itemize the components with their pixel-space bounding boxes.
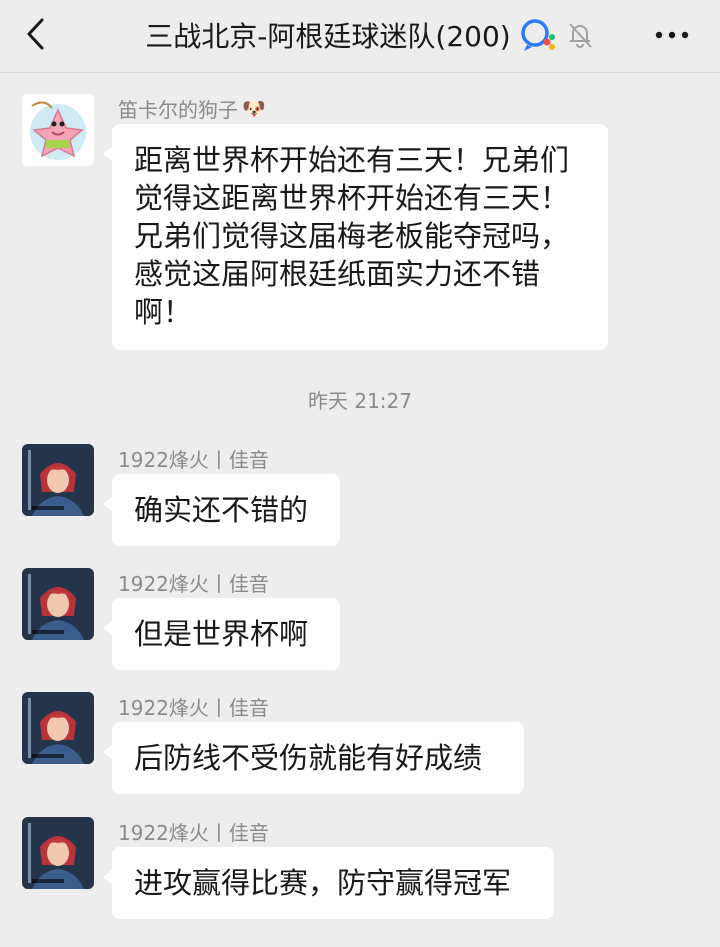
anime-character-avatar-icon bbox=[22, 568, 94, 640]
sender-name: 1922烽火丨佳音 bbox=[118, 696, 269, 720]
avatar[interactable] bbox=[22, 444, 94, 516]
message-bubble[interactable]: 距离世界杯开始还有三天！兄弟们觉得这距离世界杯开始还有三天！兄弟们觉得这届梅老板… bbox=[103, 124, 608, 350]
message-text: 进攻赢得比赛，防守赢得冠军 bbox=[134, 866, 512, 900]
group-chat-icon bbox=[520, 19, 555, 51]
title-area: 三战北京-阿根廷球迷队(200) bbox=[110, 0, 630, 70]
more-horizontal-icon bbox=[655, 31, 689, 39]
message-text: 后防线不受伤就能有好成绩 bbox=[134, 741, 483, 775]
message-text: 距离世界杯开始还有三天！兄弟们觉得这距离世界杯开始还有三天！兄弟们觉得这届梅老板… bbox=[134, 143, 570, 329]
sender-name: 笛卡尔的狗子 🐶 bbox=[118, 98, 266, 122]
bell-off-icon[interactable] bbox=[565, 20, 595, 50]
sender-name: 1922烽火丨佳音 bbox=[118, 448, 269, 472]
chevron-left-icon bbox=[27, 18, 44, 50]
avatar[interactable] bbox=[22, 568, 94, 640]
chat-title: 三战北京-阿根廷球迷队(200) bbox=[145, 20, 511, 53]
dog-emoji-icon: 🐶 bbox=[242, 98, 266, 120]
anime-character-avatar-icon bbox=[22, 692, 94, 764]
anime-character-avatar-icon bbox=[22, 444, 94, 516]
message-bubble[interactable]: 但是世界杯啊 bbox=[103, 598, 340, 670]
patrick-star-avatar-icon bbox=[22, 94, 94, 166]
more-button[interactable] bbox=[644, 18, 700, 52]
message-text: 但是世界杯啊 bbox=[134, 617, 309, 651]
avatar[interactable] bbox=[22, 817, 94, 889]
message-bubble[interactable]: 确实还不错的 bbox=[103, 474, 340, 546]
back-button[interactable] bbox=[16, 14, 56, 54]
sender-name: 1922烽火丨佳音 bbox=[118, 572, 269, 596]
sender-name: 1922烽火丨佳音 bbox=[118, 821, 269, 845]
timestamp: 昨天 21:27 bbox=[308, 389, 412, 413]
avatar[interactable] bbox=[22, 94, 94, 166]
message-bubble[interactable]: 后防线不受伤就能有好成绩 bbox=[103, 722, 524, 794]
avatar[interactable] bbox=[22, 692, 94, 764]
message-text: 确实还不错的 bbox=[134, 493, 309, 527]
anime-character-avatar-icon bbox=[22, 817, 94, 889]
message-bubble[interactable]: 进攻赢得比赛，防守赢得冠军 bbox=[103, 847, 554, 919]
chat-header: 三战北京-阿根廷球迷队(200) bbox=[0, 0, 720, 73]
